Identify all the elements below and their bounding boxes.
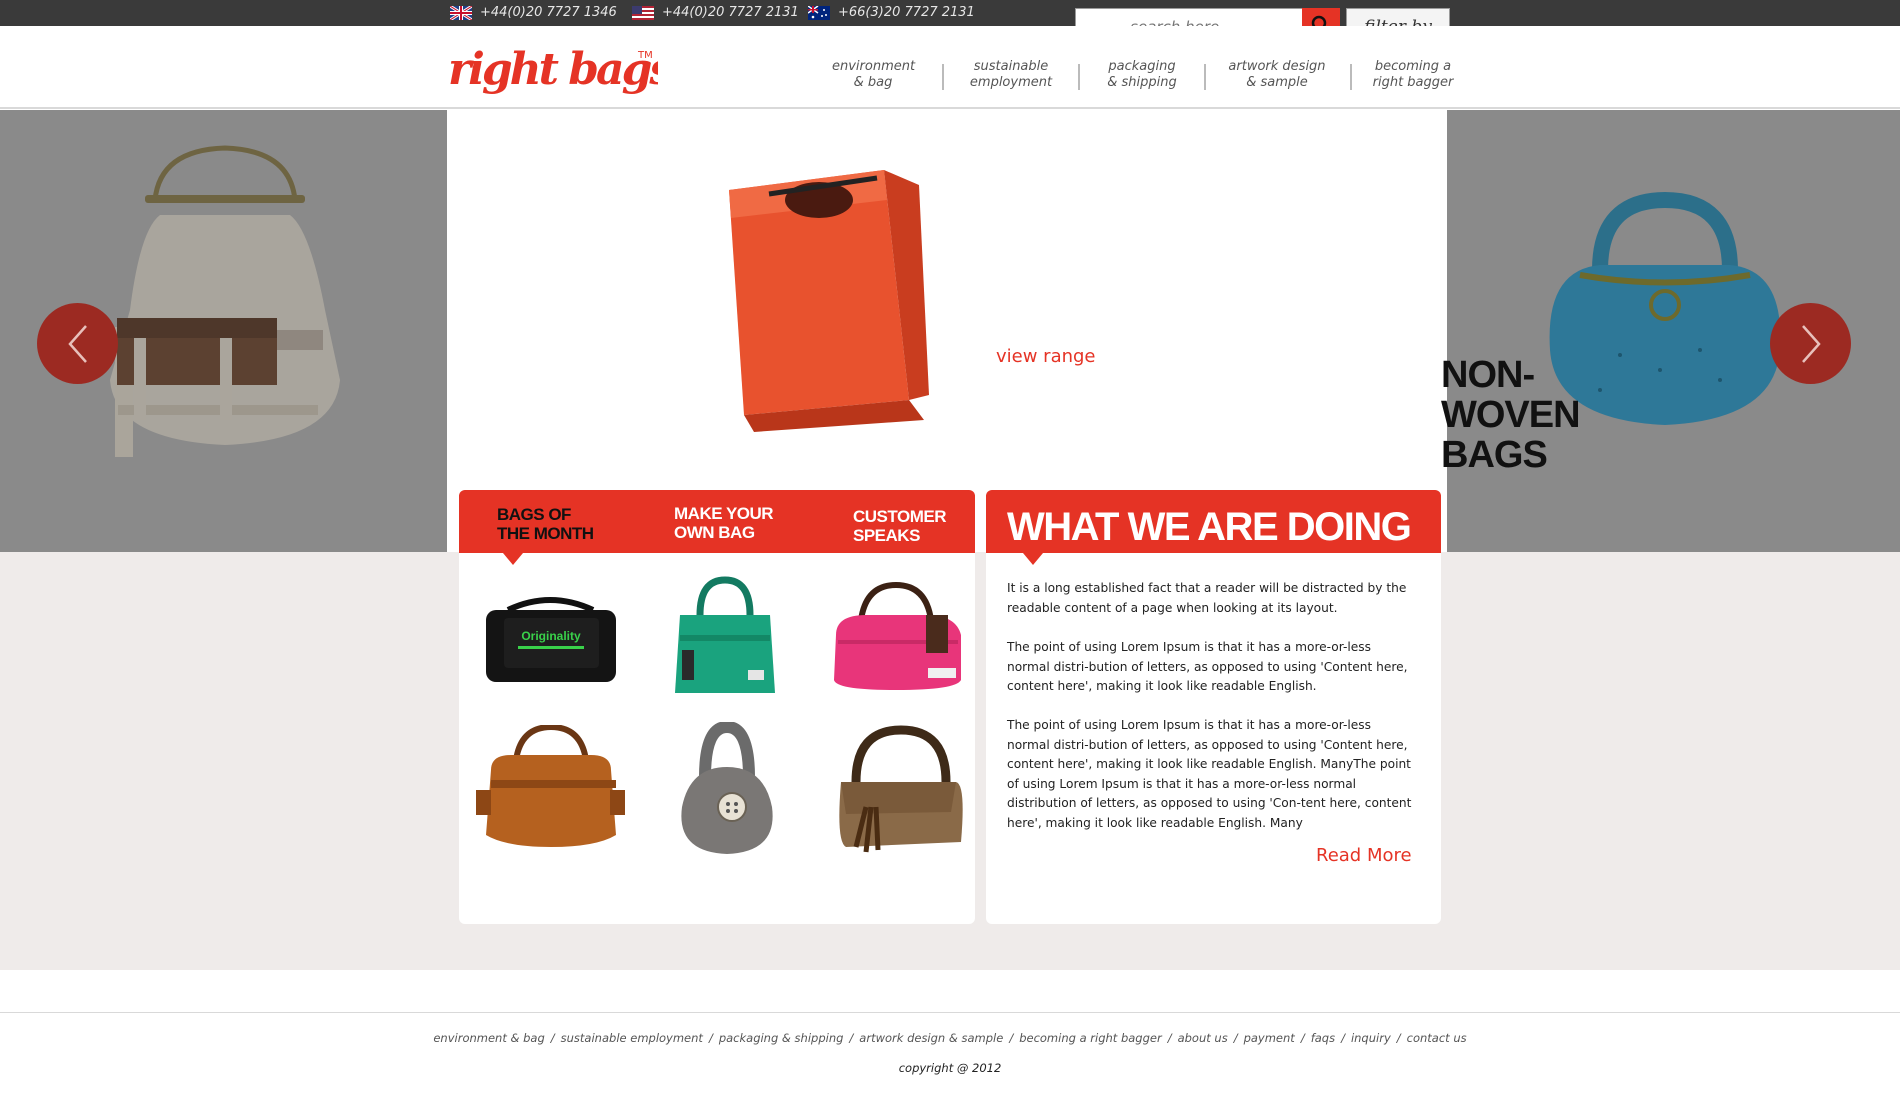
bag-thumb-3[interactable] xyxy=(826,580,966,700)
top-bar: +44(0)20 7727 1346 +44(0)20 7727 2131 +6… xyxy=(0,0,1900,26)
doing-paragraph-3: The point of using Lorem Ipsum is that i… xyxy=(1007,718,1412,830)
footer-link-packaging-shipping[interactable]: packaging & shipping xyxy=(719,1031,844,1045)
footer-separator: / xyxy=(1233,1031,1238,1045)
nav-environment-bag[interactable]: environment & bag xyxy=(832,59,915,91)
trademark: TM xyxy=(637,50,653,61)
footer-separator: / xyxy=(1341,1031,1345,1045)
nav-divider xyxy=(1204,64,1206,90)
view-range-link[interactable]: view range xyxy=(996,346,1096,367)
bag-thumb-5[interactable] xyxy=(670,720,785,867)
doing-paragraph-2: The point of using Lorem Ipsum is that i… xyxy=(1007,640,1408,693)
footer-link-becoming-right-bagger[interactable]: becoming a right bagger xyxy=(1019,1031,1162,1045)
footer-separator: / xyxy=(708,1031,713,1045)
nav-sustainable-employment[interactable]: sustainable employment xyxy=(968,59,1054,91)
footer-link-artwork-design-sample[interactable]: artwork design & sample xyxy=(859,1031,1003,1045)
phone-au: +66(3)20 7727 2131 xyxy=(808,5,975,20)
tab-make-your-own-bag[interactable]: MAKE YOUR OWN BAG xyxy=(674,504,774,542)
phone-number: +44(0)20 7727 2131 xyxy=(662,5,799,20)
site-header: right bags TM environment & bag sustaina… xyxy=(0,26,1900,109)
footer-separator: / xyxy=(849,1031,854,1045)
au-flag-icon xyxy=(808,5,830,20)
doing-title: WHAT WE ARE DOING xyxy=(1007,505,1412,549)
footer-link-sustainable-employment[interactable]: sustainable employment xyxy=(561,1031,703,1045)
footer-divider xyxy=(0,1012,1900,1013)
active-tab-pointer xyxy=(503,553,523,565)
phone-number: +44(0)20 7727 1346 xyxy=(480,5,617,20)
uk-flag-icon xyxy=(450,5,472,20)
logo[interactable]: right bags TM xyxy=(448,38,676,105)
footer-separator: / xyxy=(1167,1031,1172,1045)
non-woven-bag-image xyxy=(729,170,929,432)
footer-link-environment-bag[interactable]: environment & bag xyxy=(433,1031,544,1045)
bag-thumb-4[interactable] xyxy=(476,723,626,855)
footer-link-payment[interactable]: payment xyxy=(1244,1031,1295,1045)
footer-link-inquiry[interactable]: inquiry xyxy=(1351,1031,1391,1045)
footer-nav: environment & bag / sustainable employment… xyxy=(0,1031,1900,1045)
read-more-link[interactable]: Read More xyxy=(1316,845,1412,866)
bag-thumb-1[interactable]: Originality xyxy=(478,590,623,700)
nav-becoming-right-bagger[interactable]: becoming a right bagger xyxy=(1368,59,1458,91)
chevron-left-icon xyxy=(67,324,87,363)
tab-bags-of-the-month[interactable]: BAGS OF THE MONTH xyxy=(497,505,594,543)
tab-customer-speaks[interactable]: CUSTOMER SPEAKS xyxy=(853,507,946,545)
copyright: copyright @ 2012 xyxy=(898,1061,1002,1075)
us-flag-icon xyxy=(632,5,654,20)
bag-thumb-6[interactable] xyxy=(826,722,966,862)
svg-text:right bags: right bags xyxy=(448,44,658,95)
phone-us: +44(0)20 7727 2131 xyxy=(632,5,799,20)
footer-separator: / xyxy=(550,1031,555,1045)
hero-slide: NON-WOVEN BAGS view range xyxy=(447,110,1581,552)
nav-divider xyxy=(942,64,944,90)
footer-separator: / xyxy=(1396,1031,1401,1045)
bag-thumb-2[interactable] xyxy=(670,575,780,705)
hero-title: NON-WOVEN BAGS xyxy=(1441,354,1581,476)
slider-prev-button[interactable] xyxy=(37,303,118,384)
nav-packaging-shipping[interactable]: packaging & shipping xyxy=(1100,59,1184,91)
footer-separator: / xyxy=(1300,1031,1305,1045)
doing-pointer xyxy=(1023,553,1043,565)
chevron-right-icon xyxy=(1801,324,1821,363)
nav-divider xyxy=(1350,64,1352,90)
nav-divider xyxy=(1078,64,1080,90)
nav-artwork-design-sample[interactable]: artwork design & sample xyxy=(1222,59,1332,91)
bag-print-text: Originality xyxy=(521,629,581,643)
footer-link-contact-us[interactable]: contact us xyxy=(1407,1031,1467,1045)
hero-prev-bag-image xyxy=(110,145,340,457)
slider-next-button[interactable] xyxy=(1770,303,1851,384)
phone-number: +66(3)20 7727 2131 xyxy=(838,5,975,20)
footer-link-about-us[interactable]: about us xyxy=(1178,1031,1228,1045)
phone-uk: +44(0)20 7727 1346 xyxy=(450,5,617,20)
footer-link-faqs[interactable]: faqs xyxy=(1311,1031,1335,1045)
doing-paragraph-1: It is a long established fact that a rea… xyxy=(1007,581,1407,615)
footer-separator: / xyxy=(1009,1031,1014,1045)
logo-mark: right bags TM xyxy=(448,44,676,95)
